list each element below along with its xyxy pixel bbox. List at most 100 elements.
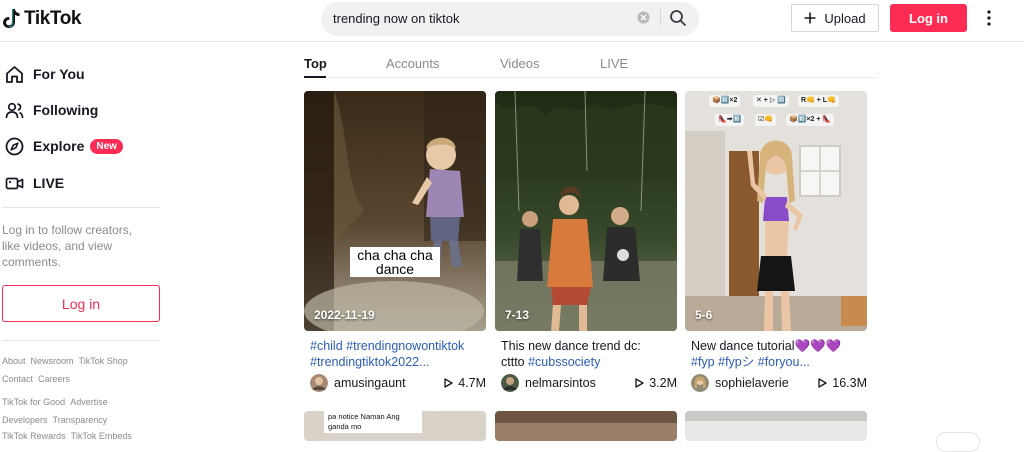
sidebar-label-following: Following: [33, 102, 99, 118]
view-count-value: 16.3M: [832, 376, 867, 390]
footer-links-row: TikTok for Good Advertise: [2, 397, 108, 407]
footer-links-row: About Newsroom TikTok Shop: [2, 356, 128, 366]
video-description[interactable]: #child #trendingnowontiktok #trendingtik…: [310, 338, 492, 370]
new-badge: New: [90, 138, 123, 154]
hashtag[interactable]: #fyp: [691, 355, 715, 369]
emoji-sticker: 📦🔟×2 + 👠: [786, 114, 835, 126]
video-thumbnail[interactable]: 7-13: [495, 91, 677, 331]
search-icon[interactable]: [669, 9, 687, 27]
description-text: New dance tutorial: [691, 339, 795, 353]
emoji-sticker: ✕ + ▷ 🔟: [753, 95, 789, 107]
footer-link-tiktok-rewards[interactable]: TikTok Rewards: [2, 431, 66, 441]
footer-link-tiktok-for-good[interactable]: TikTok for Good: [2, 397, 65, 407]
footer-link-newsroom[interactable]: Newsroom: [31, 356, 74, 366]
play-icon: [444, 378, 453, 388]
video-frame-image: [685, 91, 867, 331]
hashtag[interactable]: #cubssociety: [528, 355, 600, 369]
hashtag[interactable]: #fypシ: [718, 355, 754, 369]
emoji-sticker: 👠➡🔟: [715, 114, 745, 126]
footer-link-contact[interactable]: Contact: [2, 374, 33, 384]
emoji-sticker: R👊 + L👊: [798, 95, 839, 107]
active-tab-indicator: [304, 76, 326, 78]
thumbnail-shade: [685, 411, 867, 421]
live-icon: [5, 177, 24, 189]
sidebar-login-button[interactable]: Log in: [2, 285, 160, 322]
search-divider: [660, 9, 661, 25]
emoji-sticker: 📦🔟×2: [709, 95, 741, 107]
sidebar-login-prompt: Log in to follow creators, like videos, …: [2, 223, 133, 269]
tab-videos[interactable]: Videos: [500, 56, 540, 71]
video-date: 7-13: [505, 308, 530, 322]
search-input[interactable]: [333, 11, 623, 26]
clear-search-icon[interactable]: [637, 11, 650, 24]
upload-label: Upload: [824, 10, 866, 26]
footer-links-row: TikTok Rewards TikTok Embeds: [2, 431, 132, 441]
hashtag[interactable]: #trendingtiktok2022...: [310, 355, 430, 369]
tiktok-logo[interactable]: TikTok: [3, 6, 81, 32]
avatar[interactable]: [310, 374, 328, 392]
tab-live[interactable]: LIVE: [600, 56, 628, 71]
play-icon: [635, 378, 644, 388]
video-description[interactable]: New dance tutorial💜💜💜 #fyp #fypシ #foryou…: [691, 338, 873, 370]
view-count: 16.3M: [818, 376, 867, 390]
sidebar-item-explore[interactable]: Explore New: [5, 136, 123, 156]
video-thumbnail[interactable]: pa notice Naman Ang ganda mo: [304, 411, 486, 441]
upload-button[interactable]: Upload: [791, 4, 879, 32]
footer-link-about[interactable]: About: [2, 356, 26, 366]
footer-links-row: Contact Careers: [2, 374, 70, 384]
author-name[interactable]: sophielaverie: [715, 376, 789, 390]
video-meta: sophielaverie 16.3M: [691, 374, 873, 392]
video-thumbnail[interactable]: 📦🔟×2 ✕ + ▷ 🔟 R👊 + L👊 👠➡🔟 ☑👊 📦🔟×2 + 👠 5-6: [685, 91, 867, 331]
sidebar-item-for-you[interactable]: For You: [5, 64, 85, 84]
video-date: 5-6: [695, 308, 713, 322]
footer-link-tiktok-shop[interactable]: TikTok Shop: [79, 356, 128, 366]
tiktok-note-icon: [3, 8, 20, 28]
sidebar-label-for-you: For You: [33, 66, 85, 82]
footer-links-row: Developers Transparency: [2, 415, 107, 425]
sidebar-divider: [2, 207, 160, 208]
view-count-value: 3.2M: [649, 376, 677, 390]
video-thumbnail[interactable]: [495, 411, 677, 441]
thumbnail-shade: [495, 411, 677, 423]
logo-wordmark: TikTok: [24, 8, 82, 29]
hashtag[interactable]: #trendingnowontiktok: [346, 339, 464, 353]
sidebar-divider: [2, 340, 160, 341]
video-thumbnail[interactable]: [685, 411, 867, 441]
video-description[interactable]: This new dance trend​ dc: cttto #cubssoc…: [501, 338, 683, 370]
hashtag[interactable]: #foryou...: [758, 355, 810, 369]
footer-link-advertise[interactable]: Advertise: [70, 397, 108, 407]
view-count-value: 4.7M: [458, 376, 486, 390]
avatar[interactable]: [501, 374, 519, 392]
footer-link-tiktok-embeds[interactable]: TikTok Embeds: [71, 431, 132, 441]
avatar[interactable]: [691, 374, 709, 392]
plus-icon: [804, 12, 816, 24]
author-name[interactable]: amusingaunt: [334, 376, 406, 390]
scroll-to-top-button[interactable]: [936, 432, 980, 452]
tab-top[interactable]: Top: [304, 56, 327, 71]
view-count: 3.2M: [635, 376, 677, 390]
compass-icon: [5, 137, 24, 155]
footer-link-careers[interactable]: Careers: [38, 374, 70, 384]
sidebar-label-explore: Explore: [33, 138, 85, 154]
video-meta: nelmarsintos 3.2M: [501, 374, 683, 392]
video-frame-image: [304, 91, 486, 331]
hashtag[interactable]: #child: [310, 339, 343, 353]
video-date: 2022-11-19: [314, 308, 375, 322]
view-count: 4.7M: [444, 376, 486, 390]
footer-link-developers[interactable]: Developers: [2, 415, 48, 425]
footer-link-transparency[interactable]: Transparency: [53, 415, 108, 425]
sidebar-item-live[interactable]: LIVE: [5, 173, 64, 193]
purple-heart-emoji: 💜💜💜: [794, 339, 842, 353]
home-icon: [6, 65, 23, 83]
header-login-button[interactable]: Log in: [890, 4, 967, 32]
tab-accounts[interactable]: Accounts: [386, 56, 439, 71]
video-thumbnail[interactable]: cha cha cha dance 2022-11-19: [304, 91, 486, 331]
video-caption-overlay: cha cha cha dance: [350, 247, 440, 277]
more-options-icon[interactable]: [982, 9, 996, 27]
sidebar-label-live: LIVE: [33, 175, 65, 191]
play-icon: [818, 378, 827, 388]
description-text: ​ dc:: [620, 339, 641, 353]
author-name[interactable]: nelmarsintos: [525, 376, 596, 390]
sidebar-item-following[interactable]: Following: [5, 100, 98, 120]
description-text: This new dance trend: [501, 339, 621, 353]
